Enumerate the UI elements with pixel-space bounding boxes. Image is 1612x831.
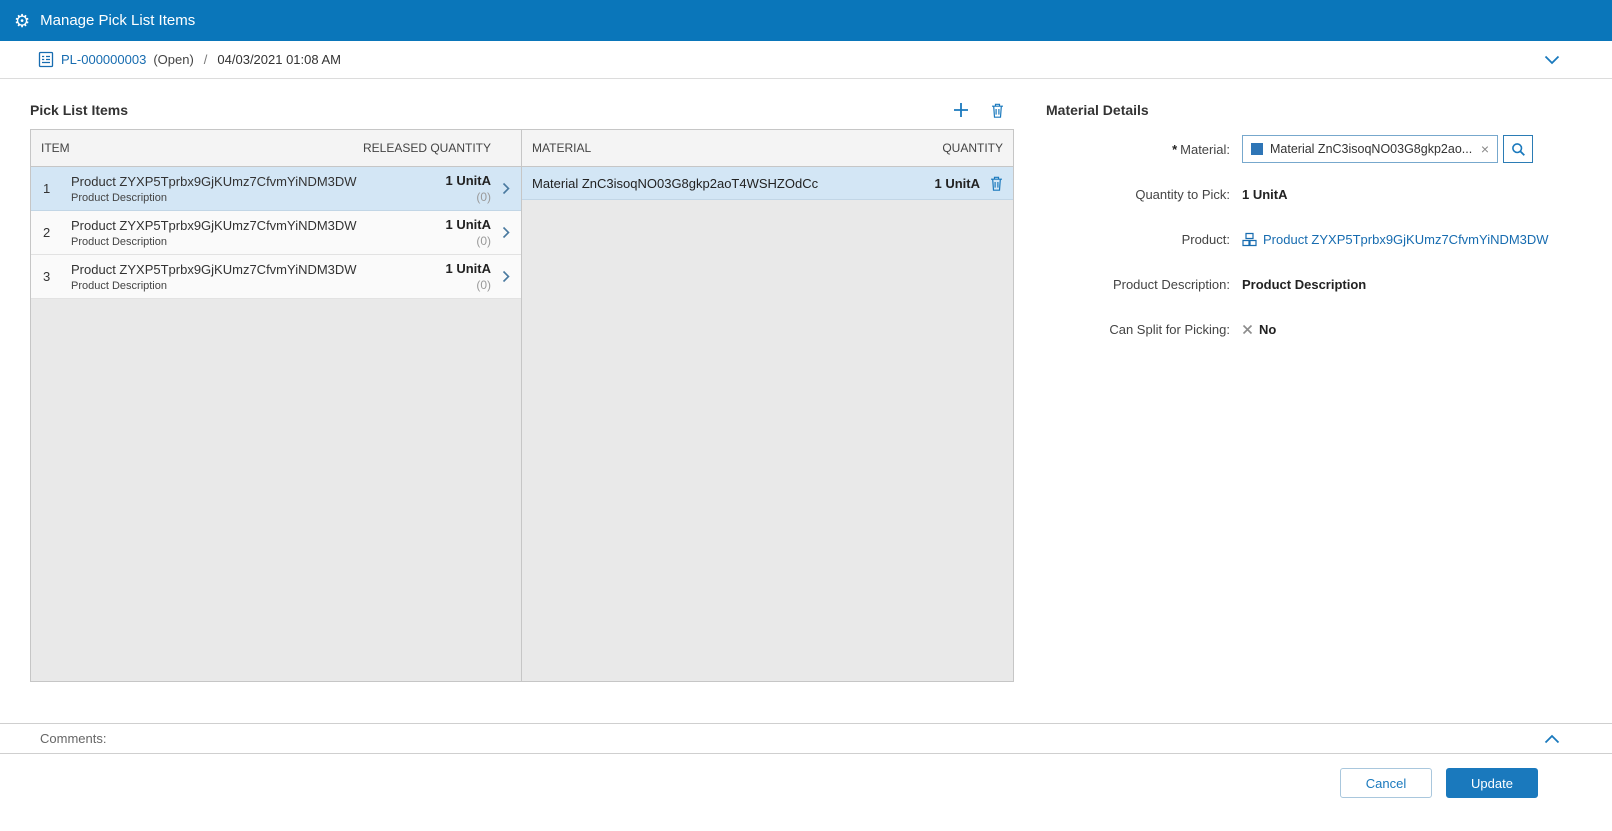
row-number: 3 bbox=[43, 269, 51, 284]
row-material-name: Material ZnC3isoqNO03G8gkp2aoT4WSHZOdCc bbox=[532, 175, 819, 191]
row-number: 1 bbox=[43, 181, 51, 196]
product-description-label: Product Description: bbox=[1112, 276, 1230, 292]
pick-list-doc-icon bbox=[38, 51, 54, 68]
chevron-down-icon[interactable] bbox=[1544, 55, 1560, 65]
search-icon[interactable] bbox=[1503, 135, 1533, 163]
can-split-value: No bbox=[1259, 321, 1277, 337]
table-row[interactable]: Material ZnC3isoqNO03G8gkp2aoT4WSHZOdCc … bbox=[522, 167, 1013, 200]
pick-list-status: (Open) bbox=[153, 52, 194, 67]
required-asterisk: * bbox=[1172, 141, 1178, 157]
can-split-label: Can Split for Picking: bbox=[1109, 321, 1230, 337]
materials-table: MATERIAL QUANTITY Material ZnC3isoqNO03G… bbox=[522, 130, 1013, 681]
material-swatch-icon bbox=[1251, 143, 1263, 155]
col-header-material: MATERIAL bbox=[532, 141, 592, 155]
row-product-name: Product ZYXP5Tprbx9GjKUmz7CfvmYiNDM3DW bbox=[71, 261, 357, 277]
items-table-header: ITEM RELEASED QUANTITY bbox=[31, 130, 521, 167]
pick-list-panel-header: Pick List Items bbox=[30, 95, 1014, 125]
material-picker-value: Material ZnC3isoqNO03G8gkp2ao... bbox=[1270, 142, 1473, 156]
chevron-right-icon[interactable] bbox=[491, 226, 521, 239]
material-details-title: Material Details bbox=[1046, 102, 1149, 118]
row-product-name: Product ZYXP5Tprbx9GjKUmz7CfvmYiNDM3DW bbox=[71, 173, 357, 189]
row-product-desc: Product Description bbox=[71, 235, 167, 248]
row-released-quantity: (0) bbox=[476, 190, 491, 204]
row-released-quantity: (0) bbox=[476, 278, 491, 292]
pick-list-title: Pick List Items bbox=[30, 102, 129, 118]
trash-icon[interactable] bbox=[991, 103, 1004, 118]
items-table: ITEM RELEASED QUANTITY 1 Product ZYXP5Tp… bbox=[31, 130, 522, 681]
pick-list-grid: ITEM RELEASED QUANTITY 1 Product ZYXP5Tp… bbox=[30, 129, 1014, 682]
material-field-row: * Material: Material ZnC3isoqNO03G8gkp2ao… bbox=[1046, 135, 1612, 163]
pick-list-id-link[interactable]: PL-000000003 bbox=[61, 52, 146, 67]
row-material-quantity: 1 UnitA bbox=[934, 175, 981, 191]
chevron-right-icon[interactable] bbox=[491, 182, 521, 195]
row-quantity: 1 UnitA bbox=[445, 173, 492, 188]
pick-list-timestamp: 04/03/2021 01:08 AM bbox=[217, 52, 342, 67]
product-description-row: Product Description: Product Description bbox=[1046, 270, 1612, 298]
quantity-to-pick-row: Quantity to Pick: 1 UnitA bbox=[1046, 180, 1612, 208]
table-row[interactable]: 1 Product ZYXP5Tprbx9GjKUmz7CfvmYiNDM3DW… bbox=[31, 167, 521, 211]
row-number: 2 bbox=[43, 225, 51, 240]
cancel-button[interactable]: Cancel bbox=[1340, 768, 1432, 798]
materials-table-header: MATERIAL QUANTITY bbox=[522, 130, 1013, 167]
row-released-quantity: (0) bbox=[476, 234, 491, 248]
gear-icon: ⚙ bbox=[14, 10, 31, 31]
col-header-item: ITEM bbox=[41, 141, 70, 155]
row-quantity: 1 UnitA bbox=[445, 261, 492, 276]
comments-section: Comments: bbox=[0, 723, 1612, 754]
quantity-to-pick-label: Quantity to Pick: bbox=[1135, 186, 1230, 202]
product-label: Product: bbox=[1181, 231, 1230, 247]
product-link[interactable]: Product ZYXP5Tprbx9GjKUmz7CfvmYiNDM3DW bbox=[1242, 232, 1549, 247]
col-header-released-quantity: RELEASED QUANTITY bbox=[362, 141, 491, 155]
table-row[interactable]: 3 Product ZYXP5Tprbx9GjKUmz7CfvmYiNDM3DW… bbox=[31, 255, 521, 299]
product-row: Product: Product ZYXP5Tprbx9GjKUmz7CfvmY… bbox=[1046, 225, 1612, 253]
x-mark-icon bbox=[1242, 324, 1253, 335]
material-label: * Material: bbox=[1172, 141, 1230, 157]
update-button[interactable]: Update bbox=[1446, 768, 1538, 798]
material-picker-input[interactable]: Material ZnC3isoqNO03G8gkp2ao... × bbox=[1242, 135, 1498, 163]
material-details-panel: Material Details * Material: Material ZnC… bbox=[1046, 95, 1612, 723]
plus-icon[interactable] bbox=[953, 102, 969, 118]
can-split-row: Can Split for Picking: No bbox=[1046, 315, 1612, 343]
col-header-quantity: QUANTITY bbox=[942, 141, 1003, 155]
comments-label: Comments: bbox=[40, 731, 107, 746]
chevron-up-icon[interactable] bbox=[1544, 734, 1560, 744]
footer-actions: Cancel Update bbox=[0, 754, 1612, 798]
breadcrumb-separator: / bbox=[203, 52, 208, 67]
main-content: Pick List Items ITEM RELEASED QUANTITY 1 bbox=[0, 79, 1612, 723]
table-row[interactable]: 2 Product ZYXP5Tprbx9GjKUmz7CfvmYiNDM3DW… bbox=[31, 211, 521, 255]
row-product-desc: Product Description bbox=[71, 191, 167, 204]
record-header-bar: PL-000000003 (Open) / 04/03/2021 01:08 A… bbox=[0, 41, 1612, 79]
app-header: ⚙ Manage Pick List Items bbox=[0, 0, 1612, 41]
pick-list-panel: Pick List Items ITEM RELEASED QUANTITY 1 bbox=[30, 95, 1014, 723]
row-product-desc: Product Description bbox=[71, 279, 167, 292]
row-product-name: Product ZYXP5Tprbx9GjKUmz7CfvmYiNDM3DW bbox=[71, 217, 357, 233]
quantity-to-pick-value: 1 UnitA bbox=[1242, 186, 1288, 202]
product-description-value: Product Description bbox=[1242, 276, 1367, 292]
product-icon bbox=[1242, 232, 1257, 247]
page-title: Manage Pick List Items bbox=[40, 12, 196, 29]
pick-list-toolbar bbox=[953, 102, 1014, 118]
row-quantity: 1 UnitA bbox=[445, 217, 492, 232]
chevron-right-icon[interactable] bbox=[491, 270, 521, 283]
clear-x-icon[interactable]: × bbox=[1481, 142, 1489, 156]
trash-icon[interactable] bbox=[990, 176, 1003, 191]
